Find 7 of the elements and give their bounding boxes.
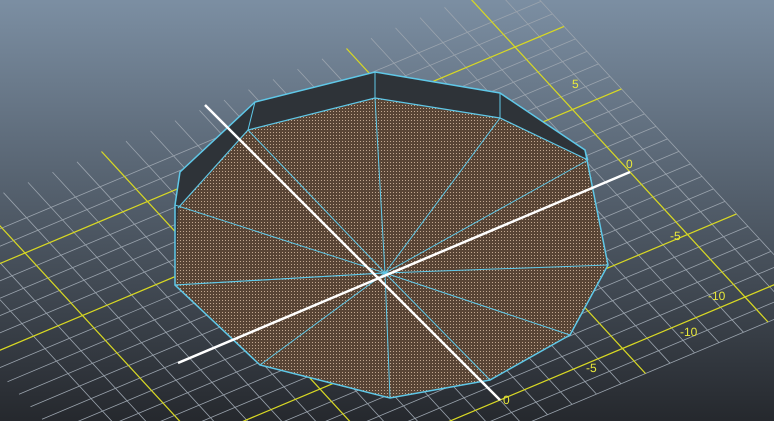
grid-label: 0: [503, 393, 510, 407]
grid-label: -5: [670, 229, 681, 243]
grid-label: -5: [586, 361, 597, 375]
grid-label: -10: [680, 325, 698, 339]
grid-label: -10: [708, 289, 726, 303]
grid-label: 0: [626, 157, 633, 171]
grid-label: 5: [572, 77, 579, 91]
